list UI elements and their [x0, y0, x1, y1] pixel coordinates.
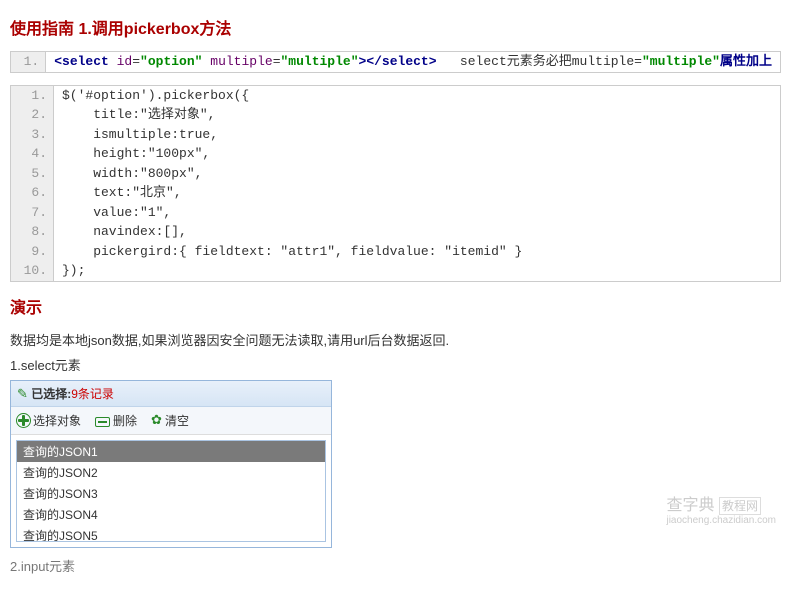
- code-line: });: [54, 261, 781, 281]
- code-line: value:"1",: [54, 203, 781, 223]
- line-number: 1.: [11, 52, 46, 73]
- code-token: =: [273, 54, 281, 69]
- code-line: navindex:[],: [54, 222, 781, 242]
- clear-icon: ✿: [151, 412, 162, 428]
- code-block-1: 1. <select id="option" multiple="multipl…: [10, 51, 781, 73]
- code-line: width:"800px",: [54, 164, 781, 184]
- clear-button[interactable]: ✿ 清空: [151, 412, 189, 429]
- line-number: 6.: [11, 183, 54, 203]
- code-token: "option": [140, 54, 202, 69]
- list-item[interactable]: 查询的JSON2: [17, 462, 325, 483]
- section-heading-demo: 演示: [10, 294, 781, 318]
- pickerbox-header: ✎ 已选择:9条记录: [11, 381, 331, 407]
- code-line: height:"100px",: [54, 144, 781, 164]
- delete-label: 删除: [113, 412, 137, 429]
- code-line: <select id="option" multiple="multiple">…: [46, 52, 781, 73]
- code-line: $('#option').pickerbox({: [54, 85, 781, 105]
- line-number: 5.: [11, 164, 54, 184]
- line-number: 7.: [11, 203, 54, 223]
- line-number: 4.: [11, 144, 54, 164]
- section-heading-usage: 使用指南 1.调用pickerbox方法: [10, 15, 781, 39]
- line-number: 9.: [11, 242, 54, 262]
- watermark-text: 查字典: [666, 497, 714, 514]
- code-token: "multiple": [281, 54, 359, 69]
- code-token: =: [132, 54, 140, 69]
- minus-icon: [95, 417, 110, 427]
- code-line: text:"北京",: [54, 183, 781, 203]
- code-token: "multiple": [642, 54, 720, 69]
- pickerbox-list[interactable]: 查询的JSON1查询的JSON2查询的JSON3查询的JSON4查询的JSON5…: [16, 440, 326, 542]
- code-token: <select: [54, 54, 109, 69]
- code-line: pickergird:{ fieldtext: "attr1", fieldva…: [54, 242, 781, 262]
- line-number: 8.: [11, 222, 54, 242]
- pickerbox-widget: ✎ 已选择:9条记录 选择对象 删除 ✿ 清空 查询的JSON1查询的JSON2…: [10, 380, 332, 548]
- demo-description: 数据均是本地json数据,如果浏览器因安全问题无法读取,请用url后台数据返回.: [10, 330, 781, 349]
- code-token: id: [109, 54, 132, 69]
- list-item[interactable]: 查询的JSON3: [17, 483, 325, 504]
- watermark-url: jiaocheng.chazidian.com: [666, 515, 776, 526]
- code-token: multiple: [202, 54, 272, 69]
- list-item[interactable]: 查询的JSON5: [17, 525, 325, 542]
- pickerbox-header-prefix: 已选择:: [31, 387, 71, 401]
- pickerbox-toolbar: 选择对象 删除 ✿ 清空: [11, 407, 331, 435]
- watermark: 查字典 教程网 jiaocheng.chazidian.com: [666, 491, 776, 526]
- pencil-icon: ✎: [17, 386, 28, 401]
- watermark-suffix: 教程网: [719, 497, 761, 515]
- clear-label: 清空: [165, 412, 189, 429]
- list-item[interactable]: 查询的JSON1: [17, 441, 325, 462]
- select-target-label: 选择对象: [33, 412, 81, 429]
- demo-subheading-1: 1.select元素: [10, 355, 781, 374]
- code-line: ismultiple:true,: [54, 125, 781, 145]
- code-token: 属性加上: [720, 54, 772, 69]
- line-number: 10.: [11, 261, 54, 281]
- list-item[interactable]: 查询的JSON4: [17, 504, 325, 525]
- code-line: title:"选择对象",: [54, 105, 781, 125]
- delete-button[interactable]: 删除: [95, 412, 137, 429]
- plus-icon: [17, 414, 30, 427]
- code-block-2: 1.$('#option').pickerbox({2. title:"选择对象…: [10, 85, 781, 282]
- demo-subheading-2: 2.input元素: [10, 556, 781, 575]
- code-token: select元素务必把multiple=: [437, 54, 642, 69]
- line-number: 2.: [11, 105, 54, 125]
- pickerbox-record-count: 9条记录: [71, 387, 114, 401]
- line-number: 1.: [11, 85, 54, 105]
- line-number: 3.: [11, 125, 54, 145]
- code-token: ></select>: [359, 54, 437, 69]
- select-target-button[interactable]: 选择对象: [17, 412, 81, 429]
